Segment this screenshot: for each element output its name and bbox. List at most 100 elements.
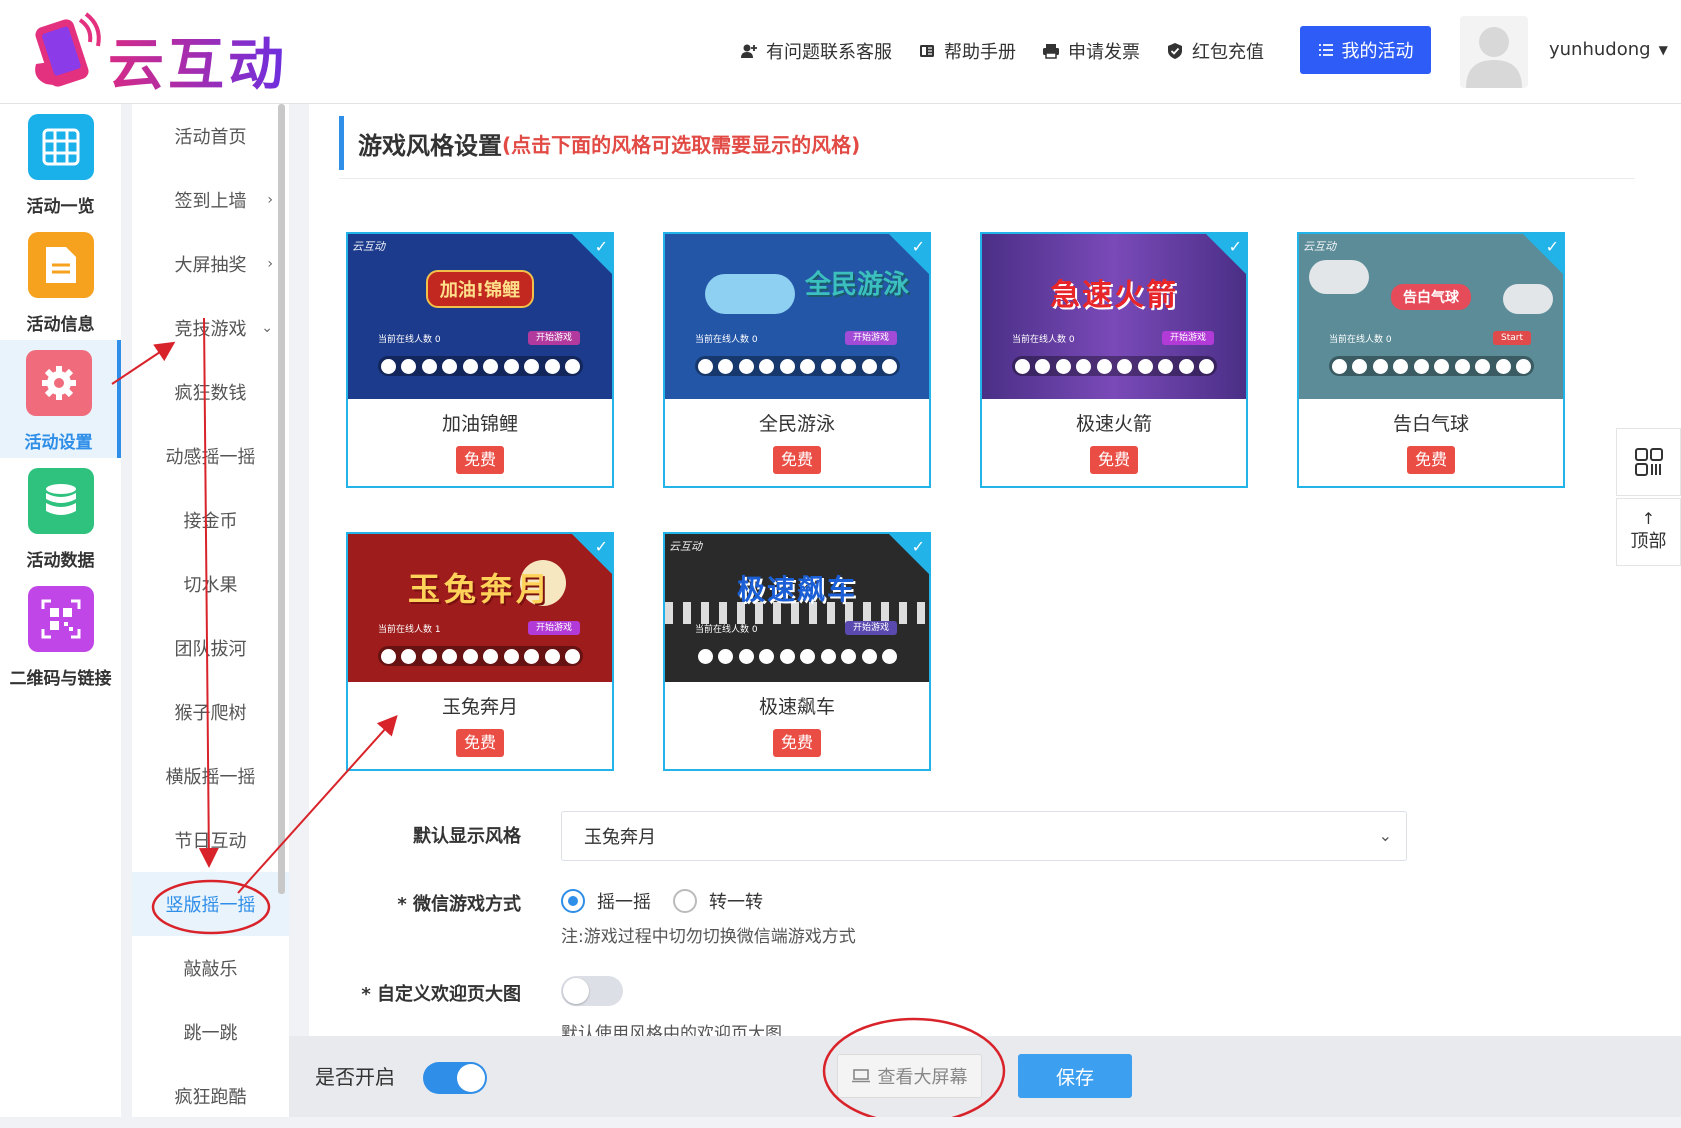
- submenu-item-activity-home[interactable]: 活动首页: [132, 104, 289, 168]
- submenu-item-label: 猴子爬树: [174, 703, 247, 724]
- submenu-item-label: 切水果: [183, 575, 238, 596]
- sidebar-item-label: 活动数据: [26, 551, 95, 571]
- radio-rotate[interactable]: 转一转: [673, 888, 763, 914]
- header-nav: 有问题联系客服 帮助手册 申请发票 红包充值: [740, 38, 1264, 64]
- submenu-item-cut-fruit[interactable]: 切水果: [132, 552, 289, 616]
- logo[interactable]: 云互动: [26, 12, 306, 98]
- nav-contact-support[interactable]: 有问题联系客服: [740, 38, 892, 64]
- submenu-item-label: 疯狂跑酷: [174, 1087, 247, 1108]
- style-card-balloon[interactable]: 云互动 告白气球 当前在线人数 0 Start ✓ 告白气球 免费: [1297, 232, 1565, 488]
- chevron-down-icon: ⌄: [1378, 826, 1392, 845]
- submenu-item-holiday-interaction[interactable]: 节日互动: [132, 808, 289, 872]
- nav-contact-support-label: 有问题联系客服: [766, 42, 892, 63]
- qrcode-outline-icon: [1634, 448, 1663, 476]
- submenu-item-knock-fun[interactable]: 敲敲乐: [132, 936, 289, 1000]
- style-card-swimming[interactable]: 全民游泳 当前在线人数 0 开始游戏 ✓ 全民游泳 免费: [663, 232, 931, 488]
- is-open-label: 是否开启: [315, 1065, 395, 1089]
- arrow-up-icon: ↑: [1641, 509, 1656, 528]
- float-qrcode-button[interactable]: [1616, 428, 1681, 496]
- save-button[interactable]: 保存: [1018, 1054, 1132, 1098]
- chevron-right-icon: ›: [267, 256, 273, 272]
- sidebar-item-activity-info[interactable]: 活动信息: [0, 222, 121, 340]
- submenu-item-label: 敲敲乐: [183, 959, 238, 980]
- submenu-item-tug-of-war[interactable]: 团队拔河: [132, 616, 289, 680]
- thumb-player-slots: [1012, 356, 1217, 376]
- style-name: 极速飙车: [758, 696, 835, 718]
- radio-shake-label: 摇一摇: [597, 892, 651, 913]
- submenu-item-label: 签到上墙: [174, 191, 247, 212]
- sidebar-item-qrcode-links[interactable]: 二维码与链接: [0, 576, 121, 694]
- style-name: 极速火箭: [1075, 413, 1152, 435]
- thumb-online-count: 当前在线人数 0: [695, 625, 758, 635]
- thumb-player-slots: [1329, 356, 1534, 376]
- style-card-moon-rabbit[interactable]: 玉兔奔月 当前在线人数 1 开始游戏 ✓ 玉兔奔月 免费: [346, 532, 614, 771]
- float-back-to-top-button[interactable]: ↑ 顶部: [1616, 498, 1681, 566]
- database-icon: [27, 468, 94, 534]
- thumb-online-count: 当前在线人数 1: [378, 625, 441, 635]
- submenu-scrollbar[interactable]: [278, 104, 285, 894]
- sidebar-item-activity-settings[interactable]: 活动设置: [0, 340, 121, 458]
- style-name: 玉兔奔月: [441, 696, 518, 718]
- view-big-screen-button[interactable]: 查看大屏幕: [837, 1054, 982, 1098]
- free-badge: 免费: [1090, 446, 1138, 474]
- submenu-item-label: 接金币: [183, 511, 238, 532]
- caret-down-icon: ▼: [1658, 42, 1668, 57]
- style-card-koi[interactable]: 云互动 加油!锦鲤 当前在线人数 0 开始游戏 ✓ 加油锦鲤 免费: [346, 232, 614, 488]
- section-title: 游戏风格设置 (点击下面的风格可选取需要显示的风格): [339, 116, 860, 170]
- nav-invoice[interactable]: 申请发票: [1042, 38, 1140, 64]
- my-activity-button[interactable]: 我的活动: [1300, 26, 1431, 74]
- sidebar-item-activity-overview[interactable]: 活动一览: [0, 104, 121, 222]
- username: yunhudong: [1549, 39, 1651, 60]
- submenu-item-crazy-counting[interactable]: 疯狂数钱: [132, 360, 289, 424]
- sidebar-item-label: 活动设置: [24, 433, 93, 453]
- custom-welcome-switch[interactable]: [561, 976, 623, 1006]
- default-style-select[interactable]: 玉兔奔月 ⌄: [561, 811, 1407, 861]
- nav-redpacket-recharge-label: 红包充值: [1192, 42, 1264, 63]
- submenu-item-dynamic-shake[interactable]: 动感摇一摇: [132, 424, 289, 488]
- radio-rotate-label: 转一转: [709, 892, 763, 913]
- submenu-item-crazy-parkour[interactable]: 疯狂跑酷: [132, 1064, 289, 1128]
- wechat-mode-label: * 微信游戏方式: [397, 894, 521, 915]
- thumb-brand: 云互动: [1303, 240, 1336, 253]
- divider: [339, 178, 1635, 179]
- check-icon: ✓: [594, 537, 608, 556]
- radio-checked-icon: [561, 889, 585, 913]
- submenu-item-checkin-wall[interactable]: 签到上墙 ›: [132, 168, 289, 232]
- nav-help-manual[interactable]: 帮助手册: [918, 38, 1016, 64]
- submenu-item-vertical-shake[interactable]: 竖版摇一摇: [132, 872, 289, 936]
- submenu-item-monkey-climb[interactable]: 猴子爬树: [132, 680, 289, 744]
- thumb-title-wrap: 告白气球: [1299, 284, 1563, 310]
- thumb-start-label: Start: [1493, 331, 1531, 345]
- page-title-hint: (点击下面的风格可选取需要显示的风格): [502, 132, 861, 157]
- style-card-racing[interactable]: 云互动 极速飙车 当前在线人数 0 开始游戏 ✓ 极速飙车 免费: [663, 532, 931, 771]
- style-name: 加油锦鲤: [441, 413, 518, 435]
- thumb-title: 极速飙车: [736, 573, 857, 606]
- style-card-rocket[interactable]: 急速火箭 当前在线人数 0 开始游戏 ✓ 极速火箭 免费: [980, 232, 1248, 488]
- thumb-online-count: 当前在线人数 0: [1012, 335, 1075, 345]
- is-open-switch[interactable]: [423, 1062, 487, 1094]
- user-plus-icon: [741, 44, 757, 58]
- sidebar-item-activity-data[interactable]: 活动数据: [0, 458, 121, 576]
- nav-redpacket-recharge[interactable]: 红包充值: [1166, 38, 1264, 64]
- submenu-item-competitive-games[interactable]: 竞技游戏 ⌄: [132, 296, 289, 360]
- thumb-player-slots: [378, 646, 583, 666]
- thumb-brand: 云互动: [669, 540, 702, 553]
- gear-icon: [25, 350, 92, 416]
- thumb-online-count: 当前在线人数 0: [1329, 335, 1392, 345]
- check-icon: ✓: [911, 537, 925, 556]
- thumb-online-count: 当前在线人数 0: [378, 335, 441, 345]
- style-thumbnail: 全民游泳 当前在线人数 0 开始游戏 ✓: [665, 234, 929, 399]
- free-badge: 免费: [1407, 446, 1455, 474]
- avatar[interactable]: [1460, 16, 1528, 88]
- view-big-screen-label: 查看大屏幕: [877, 1067, 968, 1088]
- style-name: 全民游泳: [758, 413, 835, 435]
- free-badge: 免费: [773, 446, 821, 474]
- submenu-item-label: 疯狂数钱: [174, 383, 247, 404]
- document-icon: [27, 232, 94, 298]
- submenu-item-horizontal-shake[interactable]: 横版摇一摇: [132, 744, 289, 808]
- user-menu[interactable]: yunhudong ▼: [1549, 39, 1668, 60]
- submenu-item-jump[interactable]: 跳一跳: [132, 1000, 289, 1064]
- submenu-item-catch-coins[interactable]: 接金币: [132, 488, 289, 552]
- radio-shake[interactable]: 摇一摇: [561, 888, 651, 914]
- submenu-item-big-screen-lottery[interactable]: 大屏抽奖 ›: [132, 232, 289, 296]
